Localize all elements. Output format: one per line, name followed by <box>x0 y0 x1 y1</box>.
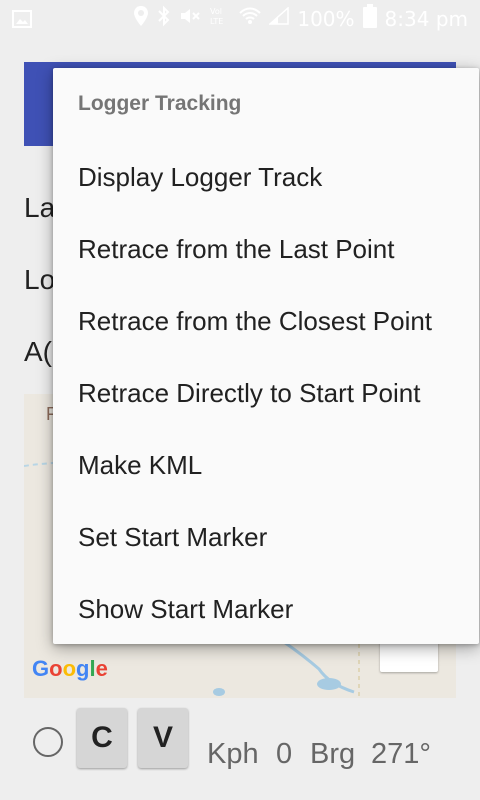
menu-item-show-start-marker[interactable]: Show Start Marker <box>53 573 479 645</box>
image-icon <box>12 10 32 28</box>
menu-header: Logger Tracking <box>78 92 242 115</box>
menu-item-display-logger-track[interactable]: Display Logger Track <box>53 141 479 213</box>
status-bar: Vol LTE 100% 8:34 pm <box>0 0 480 38</box>
menu-item-set-start-marker[interactable]: Set Start Marker <box>53 501 479 573</box>
mute-icon <box>179 6 201 32</box>
clock: 8:34 pm <box>384 7 468 31</box>
track-radio-button[interactable] <box>33 727 63 757</box>
wifi-icon <box>239 7 262 31</box>
v-button[interactable]: V <box>138 708 188 768</box>
bearing-label: Brg <box>310 738 356 770</box>
signal-icon <box>268 6 290 31</box>
menu-item-retrace-start-point[interactable]: Retrace Directly to Start Point <box>53 357 479 429</box>
google-logo: Google <box>32 656 108 681</box>
battery-icon <box>362 4 377 34</box>
logger-tracking-menu: Logger Tracking Display Logger Track Ret… <box>53 68 479 644</box>
bearing-value: 271° <box>371 738 431 770</box>
c-button[interactable]: C <box>77 708 127 768</box>
altitude-label: A( <box>24 336 52 367</box>
svg-text:Vol: Vol <box>210 7 222 16</box>
speed-value: 0 <box>276 738 293 770</box>
volte-icon: Vol LTE <box>209 5 231 33</box>
speed-unit: Kph <box>207 738 259 770</box>
menu-item-retrace-last-point[interactable]: Retrace from the Last Point <box>53 213 479 285</box>
battery-percent: 100% <box>297 7 355 31</box>
longitude-label: Lo <box>24 264 56 295</box>
bluetooth-icon <box>157 5 171 33</box>
location-icon <box>133 5 149 33</box>
latitude-label: La <box>24 192 56 223</box>
menu-item-make-kml[interactable]: Make KML <box>53 429 479 501</box>
menu-item-retrace-closest-point[interactable]: Retrace from the Closest Point <box>53 285 479 357</box>
svg-text:LTE: LTE <box>210 17 223 26</box>
